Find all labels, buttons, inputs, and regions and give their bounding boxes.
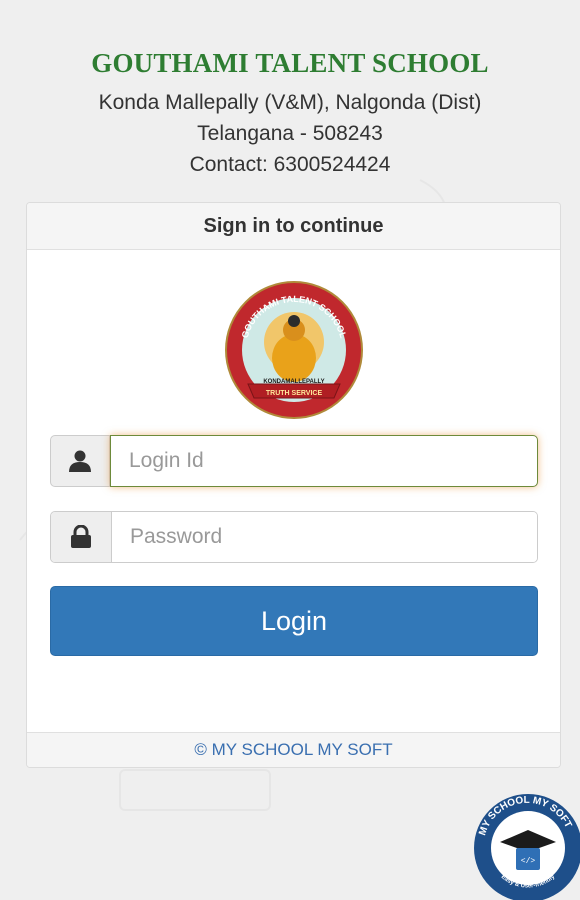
address-line-2: Telangana - 508243 — [197, 122, 383, 145]
my-school-my-soft-badge: MY SCHOOL MY SOFT Easy & User-friendly <… — [474, 794, 580, 900]
login-id-input[interactable] — [110, 435, 538, 487]
card-title: Sign in to continue — [27, 203, 560, 250]
address-line-1: Konda Mallepally (V&M), Nalgonda (Dist) — [98, 91, 482, 114]
school-header: GOUTHAMI TALENT SCHOOL Konda Mallepally … — [0, 48, 580, 180]
password-group — [50, 511, 538, 563]
login-button[interactable]: Login — [50, 586, 538, 656]
lock-icon — [51, 512, 112, 562]
contact-line: Contact: 6300524424 — [189, 153, 391, 176]
user-icon — [50, 435, 110, 487]
logo-ribbon-text: TRUTH SERVICE — [265, 390, 322, 397]
school-name: GOUTHAMI TALENT SCHOOL — [91, 48, 489, 78]
school-address: Konda Mallepally (V&M), Nalgonda (Dist) … — [0, 87, 580, 180]
footer-credit[interactable]: © MY SCHOOL MY SOFT — [27, 732, 560, 767]
password-input[interactable] — [112, 512, 537, 562]
svg-text:</>: </> — [521, 857, 536, 866]
login-id-group — [50, 435, 538, 487]
school-logo: GOUTHAMI TALENT SCHOOL KONDAMALLEPALLY T… — [224, 281, 363, 419]
login-card: Sign in to continue GOUTHAMI TALENT SCHO… — [26, 202, 561, 768]
